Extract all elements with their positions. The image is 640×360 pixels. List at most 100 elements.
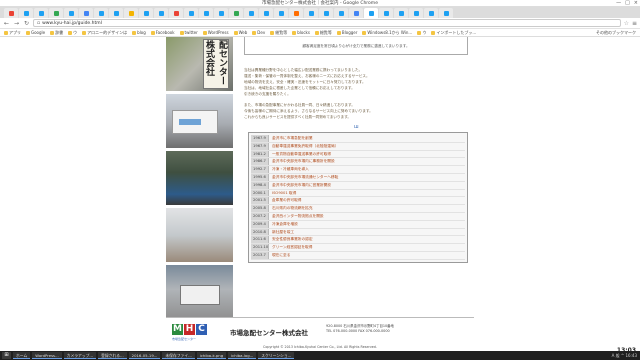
browser-tab[interactable]	[394, 8, 408, 18]
history-year: 2001.5	[251, 197, 269, 205]
history-year: 1967.9	[251, 142, 269, 150]
other-bookmarks[interactable]: その他のブックマーク	[596, 30, 640, 36]
menu-icon[interactable]: ≡	[632, 20, 637, 27]
browser-tab[interactable]	[439, 8, 453, 18]
tab-favicon-icon	[83, 10, 89, 16]
bookmark-item[interactable]: Dev	[252, 30, 265, 35]
browser-tab[interactable]	[274, 8, 288, 18]
tab-favicon-icon	[248, 10, 254, 16]
browser-tab[interactable]	[4, 8, 18, 18]
browser-tab[interactable]	[64, 8, 78, 18]
bookmark-item[interactable]: WordPress	[202, 30, 229, 35]
browser-tab[interactable]	[364, 8, 378, 18]
taskbar-item[interactable]: ホーム	[13, 352, 31, 359]
browser-tab[interactable]	[79, 8, 93, 18]
history-event: 金沢西インター物流拠点を開設	[272, 213, 324, 218]
browser-tab[interactable]	[94, 8, 108, 18]
taskbar: ⊞ ホーム WordPress... カメラアップ... 登録される... 2016-0…	[0, 351, 640, 360]
browser-tab[interactable]	[334, 8, 348, 18]
bookmark-star-icon[interactable]: ☆	[624, 20, 629, 27]
section-mark: ш	[354, 124, 359, 130]
intro-box: 顧客満足度を常日頃より心がけ全力で業務に邁進してまいります。	[244, 37, 468, 55]
browser-tab[interactable]	[259, 8, 273, 18]
paragraph-1: 当社は異業種分野を中心とした幅広い配送業務に携わってまいりました。 運送・集荷・保…	[244, 67, 464, 97]
taskbar-item[interactable]: 登録される...	[98, 352, 127, 359]
bookmark-label: アロニー的デザインは	[87, 29, 128, 35]
clock-overlay: 13:03	[616, 347, 636, 354]
tab-favicon-icon	[143, 10, 149, 16]
history-year: 2000.1	[251, 189, 269, 197]
taskbar-item[interactable]: スクリーンショ...	[258, 352, 295, 359]
taskbar-item[interactable]: ichiba-log...	[228, 352, 257, 359]
taskbar-item[interactable]: カメラアップ...	[63, 352, 97, 359]
history-year: 2009.4	[251, 220, 269, 228]
bookmark-item[interactable]: インポートしたブッ…	[431, 30, 476, 36]
bookmark-item[interactable]: アロニー的デザインは	[82, 30, 127, 36]
bookmark-item[interactable]: blog	[132, 30, 146, 35]
logo-letter-c: C	[196, 324, 207, 335]
browser-tab[interactable]	[214, 8, 228, 18]
browser-tab[interactable]	[409, 8, 423, 18]
browser-tab[interactable]	[34, 8, 48, 18]
bookmark-item[interactable]: Facebook	[150, 30, 175, 35]
bookmark-item[interactable]: Web	[233, 30, 247, 35]
history-year: 1998.4	[251, 181, 269, 189]
close-button[interactable]: ×	[634, 0, 638, 7]
browser-tab[interactable]	[379, 8, 393, 18]
maximize-button[interactable]: □	[625, 0, 630, 7]
taskbar-item[interactable]: ichiba-k.png	[196, 352, 227, 359]
tab-favicon-icon	[398, 10, 404, 16]
minimize-button[interactable]: —	[616, 0, 621, 7]
taskbar-item[interactable]: 未保存ファイ...	[162, 352, 195, 359]
history-row: 2007.2 金沢西インター物流拠点を開設	[251, 212, 465, 221]
browser-tab[interactable]	[304, 8, 318, 18]
browser-tab[interactable]	[49, 8, 63, 18]
tab-favicon-icon	[53, 10, 59, 16]
bookmark-item[interactable]: 総覧等	[314, 30, 332, 36]
copyright: Copyright © 2013 Ichiba-Kyuhai Center Co…	[263, 345, 377, 349]
reload-icon[interactable]: ↻	[23, 20, 30, 27]
browser-tab[interactable]	[319, 8, 333, 18]
window-title: 市場急配センター株式会社｜会社案内 - Google Chrome	[262, 1, 378, 6]
browser-tab[interactable]	[199, 8, 213, 18]
start-button[interactable]: ⊞	[2, 352, 11, 359]
browser-tab[interactable]	[154, 8, 168, 18]
bookmark-item[interactable]: ウ	[417, 30, 426, 36]
history-row: 1981.2 一般貨物自動車運送事業の許可取得	[251, 150, 465, 159]
url-input[interactable]: ▫ www.kyu-hai.jp/guide.html	[33, 19, 621, 27]
browser-tab[interactable]	[169, 8, 183, 18]
bookmark-label: blocks	[297, 30, 310, 35]
bookmark-folder-icon	[362, 30, 367, 35]
bookmark-folder-icon	[202, 30, 207, 35]
tab-favicon-icon	[113, 10, 119, 16]
bookmark-item[interactable]: ウ	[68, 30, 77, 36]
tab-favicon-icon	[233, 10, 239, 16]
bookmark-folder-icon	[431, 30, 436, 35]
bookmark-item[interactable]: 辞書	[50, 30, 63, 36]
tab-strip	[0, 7, 640, 18]
bookmark-item[interactable]: アプリ	[4, 30, 21, 36]
browser-tab[interactable]	[19, 8, 33, 18]
browser-tab[interactable]	[139, 8, 153, 18]
browser-tab[interactable]	[109, 8, 123, 18]
browser-tab[interactable]	[424, 8, 438, 18]
bookmark-item[interactable]: Google	[26, 30, 45, 35]
browser-tab[interactable]	[244, 8, 258, 18]
back-icon[interactable]: ←	[3, 20, 10, 27]
bookmark-item[interactable]: blocks	[292, 30, 310, 35]
bookmark-item[interactable]: Windows8.1から Win…	[362, 30, 412, 36]
history-event: 現在に至る	[272, 252, 291, 257]
browser-tab[interactable]	[124, 8, 138, 18]
tab-favicon-icon	[428, 10, 434, 16]
browser-tab[interactable]	[229, 8, 243, 18]
browser-tab[interactable]	[289, 8, 303, 18]
taskbar-item[interactable]: WordPress...	[32, 352, 62, 359]
bookmark-item[interactable]: twitter	[179, 30, 198, 35]
browser-tab[interactable]	[349, 8, 363, 18]
bookmark-item[interactable]: Blogger	[336, 30, 357, 35]
browser-tab[interactable]	[184, 8, 198, 18]
taskbar-item[interactable]: 2016-05-19...	[128, 352, 161, 359]
history-row: 2011.6 安全性優良事業所の認定	[251, 236, 465, 245]
bookmark-item[interactable]: 総覧等	[270, 30, 287, 36]
forward-icon[interactable]: →	[13, 20, 20, 27]
